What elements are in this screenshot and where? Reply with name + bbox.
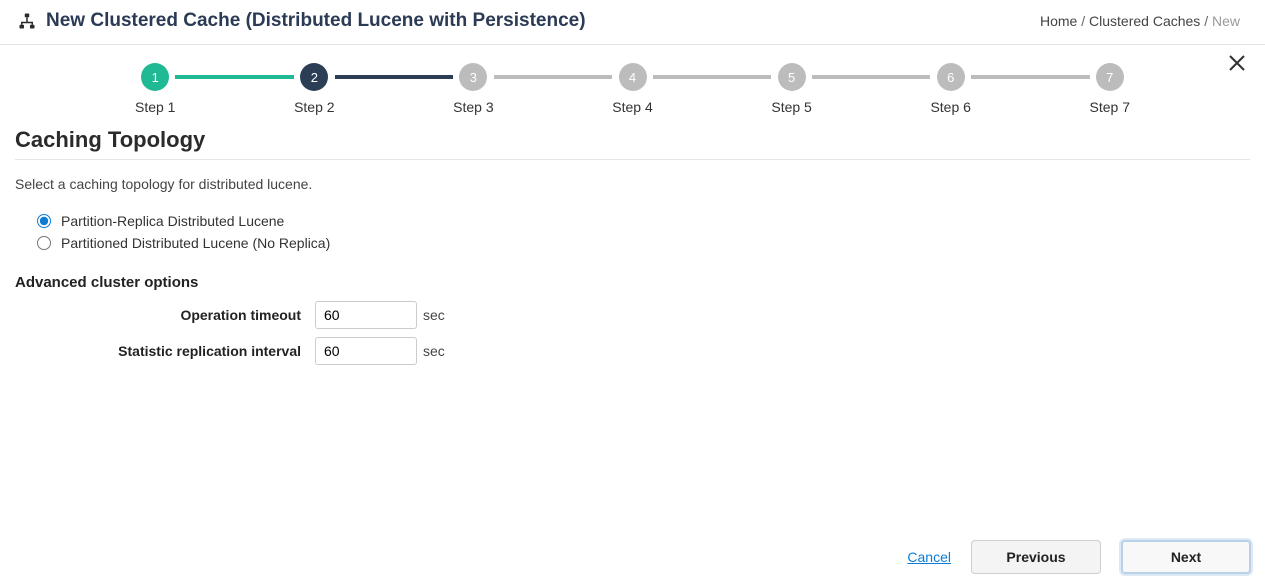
step-3[interactable]: 3 Step 3 (453, 63, 493, 115)
step-1[interactable]: 1 Step 1 (135, 63, 175, 115)
breadcrumb-sep: / (1204, 13, 1208, 29)
sitemap-icon (18, 12, 36, 30)
radio-partitioned-no-replica[interactable]: Partitioned Distributed Lucene (No Repli… (37, 232, 1250, 254)
step-label: Step 3 (453, 99, 493, 115)
step-connector (335, 75, 454, 79)
breadcrumb-sep: / (1081, 13, 1085, 29)
section-desc: Select a caching topology for distribute… (15, 176, 1250, 192)
breadcrumb-caches[interactable]: Clustered Caches (1089, 13, 1200, 29)
stat-replication-input[interactable] (315, 337, 417, 365)
step-6[interactable]: 6 Step 6 (930, 63, 970, 115)
cancel-link[interactable]: Cancel (907, 549, 951, 565)
step-connector (175, 75, 294, 79)
step-label: Step 6 (930, 99, 970, 115)
breadcrumb: Home / Clustered Caches / New (1040, 13, 1240, 29)
step-label: Step 1 (135, 99, 175, 115)
step-dot: 2 (300, 63, 328, 91)
next-button[interactable]: Next (1121, 540, 1251, 574)
step-label: Step 2 (294, 99, 334, 115)
section-divider (15, 159, 1250, 160)
step-dot: 5 (778, 63, 806, 91)
step-5[interactable]: 5 Step 5 (771, 63, 811, 115)
operation-timeout-label: Operation timeout (15, 307, 315, 323)
advanced-options-title: Advanced cluster options (15, 274, 1250, 291)
stat-replication-label: Statistic replication interval (15, 343, 315, 359)
step-connector (494, 75, 613, 79)
step-label: Step 7 (1090, 99, 1130, 115)
step-connector (812, 75, 931, 79)
wizard-content: 1 Step 1 2 Step 2 3 Step 3 4 Step 4 5 St… (0, 45, 1265, 365)
step-dot: 4 (619, 63, 647, 91)
section-title: Caching Topology (15, 127, 1250, 153)
header-left: New Clustered Cache (Distributed Lucene … (18, 10, 586, 32)
step-label: Step 4 (612, 99, 652, 115)
step-4[interactable]: 4 Step 4 (612, 63, 652, 115)
radio-label: Partitioned Distributed Lucene (No Repli… (61, 235, 330, 251)
unit-label: sec (423, 343, 445, 359)
topology-radio-group: Partition-Replica Distributed Lucene Par… (37, 210, 1250, 254)
page-title: New Clustered Cache (Distributed Lucene … (46, 10, 586, 32)
radio-partition-replica[interactable]: Partition-Replica Distributed Lucene (37, 210, 1250, 232)
step-dot: 6 (937, 63, 965, 91)
breadcrumb-home[interactable]: Home (1040, 13, 1077, 29)
radio-input[interactable] (37, 214, 51, 228)
stepper: 1 Step 1 2 Step 2 3 Step 3 4 Step 4 5 St… (15, 63, 1250, 115)
step-7[interactable]: 7 Step 7 (1090, 63, 1130, 115)
step-label: Step 5 (771, 99, 811, 115)
step-dot: 3 (459, 63, 487, 91)
radio-input[interactable] (37, 236, 51, 250)
step-connector (971, 75, 1090, 79)
step-dot: 7 (1096, 63, 1124, 91)
operation-timeout-input[interactable] (315, 301, 417, 329)
step-connector (653, 75, 772, 79)
stat-replication-row: Statistic replication interval sec (15, 337, 1250, 365)
radio-label: Partition-Replica Distributed Lucene (61, 213, 284, 229)
step-2[interactable]: 2 Step 2 (294, 63, 334, 115)
step-dot: 1 (141, 63, 169, 91)
previous-button[interactable]: Previous (971, 540, 1101, 574)
wizard-footer: Cancel Previous Next (0, 530, 1265, 584)
operation-timeout-row: Operation timeout sec (15, 301, 1250, 329)
breadcrumb-current: New (1212, 13, 1240, 29)
top-header: New Clustered Cache (Distributed Lucene … (0, 0, 1265, 45)
unit-label: sec (423, 307, 445, 323)
close-icon[interactable] (1227, 53, 1247, 76)
